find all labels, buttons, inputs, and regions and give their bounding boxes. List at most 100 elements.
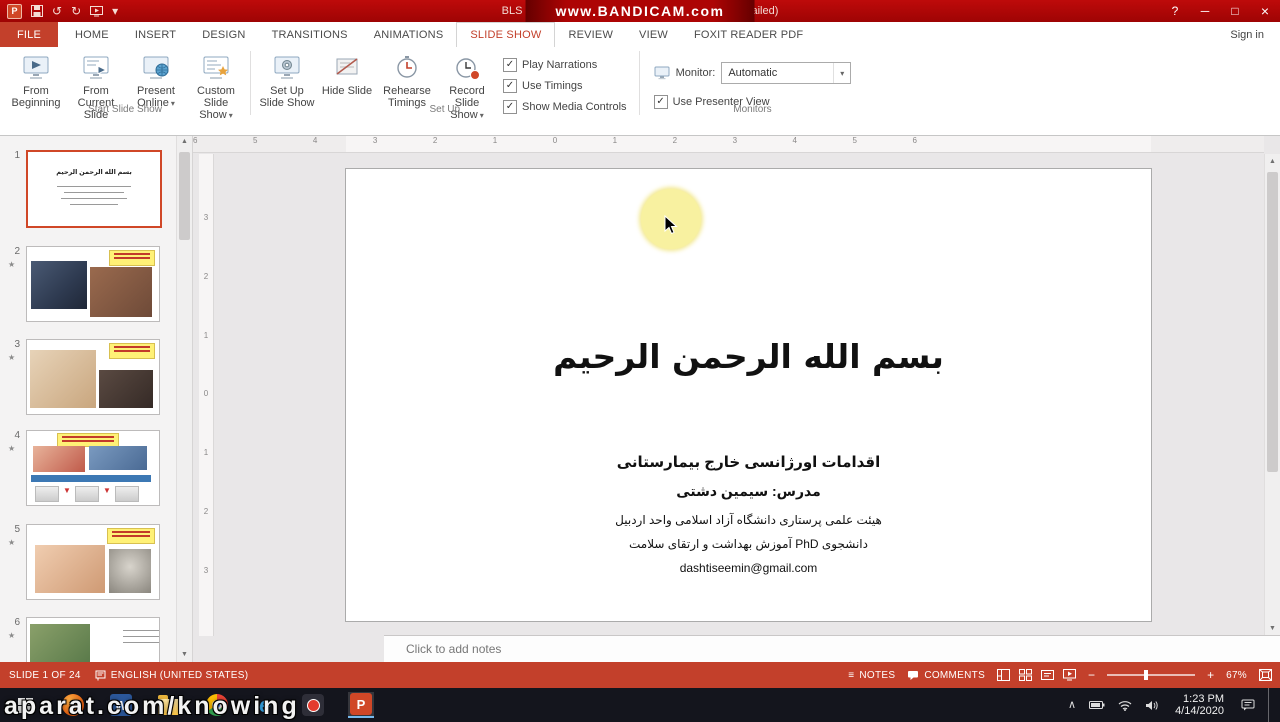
from-beginning-icon [21, 53, 51, 83]
set-up-slide-show-button[interactable]: Set Up Slide Show [257, 50, 317, 109]
mouse-cursor-icon [664, 215, 678, 235]
scroll-up-icon[interactable]: ▲ [1265, 154, 1280, 169]
play-narrations-checkbox[interactable]: ✓ Play Narrations [503, 58, 627, 72]
show-desktop-button[interactable] [1268, 688, 1274, 722]
slide-number: 4 [14, 430, 20, 441]
reading-view-button[interactable] [1041, 669, 1055, 681]
tab-home[interactable]: HOME [62, 22, 122, 47]
sign-in-link[interactable]: Sign in [1214, 22, 1280, 47]
slide-editor-area: بسم الله الرحمن الرحیم اقدامات اورژانسی … [192, 134, 1280, 662]
thumbnail[interactable] [26, 524, 160, 600]
tab-file[interactable]: FILE [0, 22, 59, 47]
minimize-button[interactable]: ─ [1190, 0, 1220, 22]
thumbnail[interactable] [26, 246, 160, 322]
monitor-select[interactable]: Automatic ▾ [721, 62, 852, 84]
fit-slide-to-window-button[interactable] [1259, 669, 1272, 681]
thumbnail-photo [30, 350, 96, 408]
group-label-set-up: Set Up [429, 104, 461, 115]
present-online-button[interactable]: Present Online ▾ [126, 50, 186, 110]
thumbnail-photo [89, 446, 147, 470]
taskbar-bandicam-icon[interactable] [300, 692, 326, 718]
tray-battery-icon[interactable] [1089, 700, 1105, 710]
powerpoint-app-icon[interactable]: P [7, 3, 22, 19]
quick-access-toolbar: P ↺ ↻ ▾ [0, 0, 118, 22]
slide-sorter-view-button[interactable] [1019, 669, 1033, 681]
combo-caret-icon: ▾ [833, 63, 850, 83]
workspace: 1 بسم الله الرحمن الرحیم 2 ★ 3 ★ 4 ★ ▼ ▼… [0, 134, 1280, 663]
normal-view-button[interactable] [997, 669, 1011, 681]
save-icon[interactable] [31, 5, 43, 17]
language-indicator[interactable]: ENGLISH (UNITED STATES) [95, 670, 249, 681]
slide-title-text[interactable]: بسم الله الرحمن الرحیم [346, 337, 1151, 376]
ribbon: From Beginning From Current Slide Presen… [0, 46, 1280, 136]
thumbnail-selected[interactable]: بسم الله الرحمن الرحیم [26, 150, 162, 228]
slide-subtitle-line[interactable]: اقدامات اورژانسی خارج بیمارستانی [346, 453, 1151, 471]
thumbnail[interactable]: ▼ ▼ [26, 430, 160, 506]
thumbnail[interactable] [26, 617, 160, 663]
slide-number: 2 [14, 246, 20, 257]
from-current-slide-icon [81, 53, 111, 83]
slide-subtitle-line[interactable]: دانشجوی PhD آموزش بهداشت و ارتقای سلامت [346, 537, 1151, 551]
tray-network-icon[interactable] [1118, 700, 1132, 711]
action-center-icon[interactable] [1241, 699, 1255, 711]
slide-subtitle-line[interactable]: مدرس: سیمین دشتی [346, 483, 1151, 500]
scrollbar-thumb[interactable] [1267, 172, 1278, 472]
monitor-label: Monitor: [675, 67, 716, 79]
tab-design[interactable]: DESIGN [189, 22, 258, 47]
slide-email-text[interactable]: dashtiseemin@gmail.com [346, 561, 1151, 575]
scroll-down-icon[interactable]: ▼ [1265, 621, 1280, 636]
customize-qat-icon[interactable]: ▾ [112, 5, 118, 17]
slide-canvas[interactable]: بسم الله الرحمن الرحیم اقدامات اورژانسی … [345, 168, 1152, 622]
editor-scrollbar[interactable]: ▲ ▼ [1264, 154, 1280, 636]
animation-star-icon: ★ [8, 260, 16, 269]
slide-counter[interactable]: SLIDE 1 OF 24 [9, 670, 81, 681]
slide-show-view-button[interactable] [1063, 669, 1077, 681]
maximize-button[interactable]: □ [1220, 0, 1250, 22]
start-slideshow-icon[interactable] [90, 5, 104, 17]
tab-view[interactable]: VIEW [626, 22, 681, 47]
red-arrow-icon: ▼ [103, 486, 111, 495]
zoom-percentage[interactable]: 67% [1226, 670, 1247, 681]
tab-animations[interactable]: ANIMATIONS [361, 22, 457, 47]
zoom-slider[interactable] [1107, 670, 1196, 680]
thumbnail-text-box [109, 343, 155, 359]
redo-icon[interactable]: ↻ [71, 5, 81, 17]
zoom-in-button[interactable]: + [1207, 669, 1214, 681]
animation-star-icon: ★ [8, 631, 16, 640]
close-button[interactable]: × [1250, 0, 1280, 22]
thumbnail[interactable] [26, 339, 160, 415]
slide-subtitle-line[interactable]: هیئت علمی پرستاری دانشگاه آزاد اسلامی وا… [346, 513, 1151, 527]
tab-insert[interactable]: INSERT [122, 22, 189, 47]
group-start-slide-show: From Beginning From Current Slide Presen… [0, 47, 250, 121]
tab-foxit-reader-pdf[interactable]: FOXIT READER PDF [681, 22, 816, 47]
tab-review[interactable]: REVIEW [555, 22, 626, 47]
hide-slide-button[interactable]: Hide Slide [317, 50, 377, 97]
taskbar-clock[interactable]: 1:23 PM 4/14/2020 [1171, 693, 1228, 717]
undo-icon[interactable]: ↺ [52, 5, 62, 17]
comments-icon [908, 670, 919, 680]
tray-volume-icon[interactable] [1145, 700, 1158, 711]
scrollbar-thumb[interactable] [179, 152, 190, 240]
comments-toggle-button[interactable]: COMMENTS [907, 670, 985, 681]
help-button[interactable]: ? [1160, 0, 1190, 22]
from-beginning-button[interactable]: From Beginning [6, 50, 66, 109]
thumbnail-panel-scrollbar[interactable]: ▲ ▼ [176, 134, 192, 662]
group-label-start-slide-show: Start Slide Show [88, 104, 162, 115]
group-label-monitors: Monitors [733, 104, 772, 115]
tray-chevron-up-icon[interactable]: ∧ [1068, 699, 1076, 711]
notes-pane[interactable]: Click to add notes [384, 635, 1280, 662]
thumbnail-photo [31, 261, 87, 309]
tab-transitions[interactable]: TRANSITIONS [259, 22, 361, 47]
tab-slide-show[interactable]: SLIDE SHOW [456, 22, 556, 47]
zoom-slider-thumb[interactable] [1144, 670, 1149, 680]
use-timings-checkbox[interactable]: ✓ Use Timings [503, 79, 627, 93]
thumbnail-photo [99, 370, 153, 408]
scroll-down-icon[interactable]: ▼ [177, 647, 192, 662]
notes-placeholder[interactable]: Click to add notes [384, 642, 501, 656]
scroll-up-icon[interactable]: ▲ [177, 134, 192, 149]
window-controls: ? ─ □ × [1160, 0, 1280, 22]
notes-toggle-button[interactable]: ≡ NOTES [848, 670, 895, 681]
taskbar-powerpoint-icon[interactable]: P [348, 692, 374, 718]
rehearse-timings-button[interactable]: Rehearse Timings [377, 50, 437, 109]
zoom-out-button[interactable]: − [1088, 669, 1095, 681]
